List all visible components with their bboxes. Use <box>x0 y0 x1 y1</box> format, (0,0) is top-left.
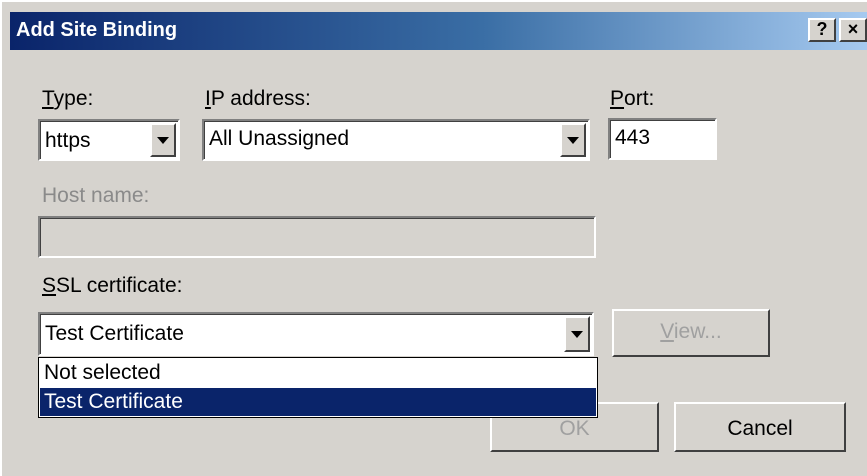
chevron-down-icon <box>567 137 579 144</box>
ip-address-dropdown[interactable]: All Unassigned <box>202 119 590 161</box>
type-dropdown-button[interactable] <box>150 123 176 157</box>
ip-address-dropdown-button[interactable] <box>560 123 586 157</box>
close-button[interactable]: × <box>839 18 867 42</box>
host-name-label: Host name: <box>42 184 150 207</box>
help-button[interactable]: ? <box>808 18 836 42</box>
add-site-binding-dialog: Add Site Binding ? × Type: https IP addr… <box>0 0 867 476</box>
port-value: 443 <box>615 126 651 149</box>
ssl-certificate-value: Test Certificate <box>45 322 184 345</box>
ip-address-label: IP address: <box>205 87 311 110</box>
chevron-down-icon <box>571 331 583 338</box>
type-value: https <box>45 129 91 152</box>
dialog-title: Add Site Binding <box>16 19 178 41</box>
chevron-down-icon <box>157 137 169 144</box>
host-name-input <box>38 216 596 258</box>
ssl-certificate-options-list[interactable]: Not selected Test Certificate <box>38 357 598 418</box>
ssl-certificate-dropdown[interactable]: Test Certificate <box>38 312 594 356</box>
list-item-test-certificate[interactable]: Test Certificate <box>40 388 596 416</box>
ip-address-value: All Unassigned <box>209 127 350 150</box>
view-certificate-button[interactable]: View... <box>612 309 770 357</box>
ssl-certificate-label: SSL certificate: <box>42 274 183 297</box>
ssl-certificate-dropdown-button[interactable] <box>564 316 590 352</box>
port-label: Port: <box>610 87 655 110</box>
cancel-button[interactable]: Cancel <box>674 402 846 452</box>
list-item-not-selected[interactable]: Not selected <box>40 359 596 387</box>
port-input[interactable]: 443 <box>608 118 717 160</box>
type-dropdown[interactable]: https <box>38 119 180 161</box>
title-bar[interactable]: Add Site Binding ? × <box>10 12 867 50</box>
type-label: Type: <box>42 87 94 110</box>
